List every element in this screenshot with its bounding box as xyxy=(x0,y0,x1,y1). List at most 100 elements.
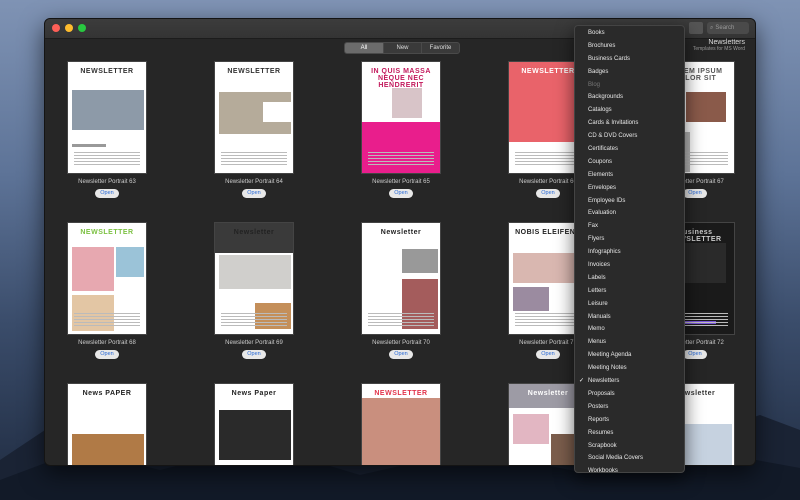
open-button[interactable]: Open xyxy=(536,189,560,198)
menu-item-label: Memo xyxy=(588,326,605,333)
category-menu-item[interactable]: Employee IDs xyxy=(575,195,684,208)
category-menu-item[interactable]: Catalogs xyxy=(575,104,684,117)
category-menu-item[interactable]: Business Cards xyxy=(575,53,684,66)
template-card[interactable]: NEWSLETTER Newsletter Portrait 68 Open xyxy=(67,222,147,359)
zoom-button[interactable] xyxy=(78,24,86,32)
category-menu-item[interactable]: Letters xyxy=(575,285,684,298)
open-button[interactable]: Open xyxy=(389,189,413,198)
category-menu-item[interactable]: Meeting Agenda xyxy=(575,349,684,362)
menu-item-label: Blog xyxy=(588,81,601,88)
category-menu-item[interactable]: Badges xyxy=(575,66,684,79)
category-menu-item[interactable]: Certificates xyxy=(575,143,684,156)
open-button[interactable]: Open xyxy=(95,350,119,359)
category-menu-item[interactable]: Leisure xyxy=(575,298,684,311)
open-button[interactable]: Open xyxy=(389,350,413,359)
template-card[interactable]: NEWSLETTER Newsletter Portrait 63 Open xyxy=(67,61,147,198)
menu-item-label: Social Media Covers xyxy=(588,455,644,462)
category-menu-item[interactable]: Memo xyxy=(575,323,684,336)
category-menu-item[interactable]: Envelopes xyxy=(575,182,684,195)
open-button[interactable]: Open xyxy=(242,350,266,359)
template-thumbnail[interactable]: IN QUIS MASSA NEQUE NEC HENDRERIT xyxy=(361,61,441,174)
template-card[interactable]: NEWSLETTER xyxy=(361,383,441,465)
thumbnail-text-lines xyxy=(74,313,140,328)
thumbnail-title: News Paper xyxy=(231,390,277,397)
category-menu-item[interactable]: Brochures xyxy=(575,40,684,53)
template-card[interactable]: Newsletter Newsletter Portrait 69 Open xyxy=(214,222,294,359)
tab-all[interactable]: All xyxy=(345,43,383,53)
category-menu-item[interactable]: Evaluation xyxy=(575,207,684,220)
category-menu-item[interactable]: Scrapbook xyxy=(575,440,684,453)
category-menu-item[interactable]: ✓ Newsletters xyxy=(575,375,684,388)
menu-item-label: Leisure xyxy=(588,300,608,307)
thumbnail-title: News PAPER xyxy=(82,390,132,397)
menu-item-label: Badges xyxy=(588,68,609,75)
template-card[interactable]: IN QUIS MASSA NEQUE NEC HENDRERIT Newslet… xyxy=(361,61,441,198)
category-menu-item[interactable]: Reports xyxy=(575,414,684,427)
category-menu-item[interactable]: Resumes xyxy=(575,427,684,440)
template-name: Newsletter Portrait 70 xyxy=(372,340,430,346)
menu-item-label: Reports xyxy=(588,416,610,423)
category-menu-item[interactable]: Manuals xyxy=(575,311,684,324)
template-card[interactable]: News PAPER xyxy=(67,383,147,465)
category-menu-item[interactable]: Invoices xyxy=(575,259,684,272)
window-controls xyxy=(52,24,86,32)
category-menu-item[interactable]: Cards & Invitations xyxy=(575,117,684,130)
template-thumbnail[interactable]: NEWSLETTER xyxy=(214,61,294,174)
menu-item-label: Employee IDs xyxy=(588,197,626,204)
category-menu-item[interactable]: Meeting Notes xyxy=(575,362,684,375)
thumbnail-image xyxy=(72,434,144,465)
category-menu-item[interactable]: Social Media Covers xyxy=(575,452,684,465)
template-thumbnail[interactable]: News Paper xyxy=(214,383,294,465)
thumbnail-title: NEWSLETTER xyxy=(80,68,134,75)
thumbnail-title: Newsletter xyxy=(380,229,422,236)
category-header[interactable]: Newsletters Templates for MS Word xyxy=(693,39,745,52)
thumbnail-image xyxy=(263,102,291,122)
menu-item-label: Resumes xyxy=(588,429,614,436)
menu-item-label: Brochures xyxy=(588,42,616,49)
category-menu-item[interactable]: Elements xyxy=(575,169,684,182)
category-menu-item[interactable]: Flyers xyxy=(575,233,684,246)
category-menu-item[interactable]: CD & DVD Covers xyxy=(575,130,684,143)
template-thumbnail[interactable]: Newsletter xyxy=(361,222,441,335)
category-menu-item[interactable]: Books xyxy=(575,27,684,40)
thumbnail-text-lines xyxy=(368,152,434,167)
thumbnail-text-lines xyxy=(368,313,434,328)
category-menu-item[interactable]: Coupons xyxy=(575,156,684,169)
thumbnail-text-lines xyxy=(221,313,287,328)
category-menu-item[interactable]: Proposals xyxy=(575,388,684,401)
thumbnail-image xyxy=(72,144,106,147)
template-thumbnail[interactable]: NEWSLETTER xyxy=(67,61,147,174)
template-thumbnail[interactable]: NEWSLETTER xyxy=(361,383,441,465)
category-menu-item[interactable]: Infographics xyxy=(575,246,684,259)
category-menu-item[interactable]: Labels xyxy=(575,272,684,285)
category-menu-item[interactable]: Menus xyxy=(575,336,684,349)
template-thumbnail[interactable]: NEWSLETTER xyxy=(67,222,147,335)
menu-item-label: Coupons xyxy=(588,158,613,165)
category-menu-item[interactable]: Fax xyxy=(575,220,684,233)
minimize-button[interactable] xyxy=(65,24,73,32)
open-button[interactable]: Open xyxy=(683,350,707,359)
open-button[interactable]: Open xyxy=(683,189,707,198)
tab-favorite[interactable]: Favorite xyxy=(421,43,459,53)
category-menu-item[interactable]: Posters xyxy=(575,401,684,414)
thumbnail-image xyxy=(402,249,438,273)
search-placeholder: Search xyxy=(715,25,735,31)
category-menu-item[interactable]: Backgrounds xyxy=(575,91,684,104)
open-button[interactable]: Open xyxy=(95,189,119,198)
thumbnail-image xyxy=(513,287,549,311)
template-card[interactable]: Newsletter Newsletter Portrait 70 Open xyxy=(361,222,441,359)
close-button[interactable] xyxy=(52,24,60,32)
search-input[interactable]: ⌕ Search xyxy=(707,22,749,34)
template-card[interactable]: NEWSLETTER Newsletter Portrait 64 Open xyxy=(214,61,294,198)
template-thumbnail[interactable]: Newsletter xyxy=(214,222,294,335)
open-button[interactable]: Open xyxy=(536,350,560,359)
category-menu-item[interactable]: Workbooks xyxy=(575,465,684,478)
template-card[interactable]: News Paper xyxy=(214,383,294,465)
view-toggle-button[interactable] xyxy=(689,22,703,34)
tab-new[interactable]: New xyxy=(383,43,421,53)
open-button[interactable]: Open xyxy=(242,189,266,198)
search-icon: ⌕ xyxy=(710,25,714,31)
template-thumbnail[interactable]: News PAPER xyxy=(67,383,147,465)
thumbnail-image xyxy=(215,223,293,253)
thumbnail-image xyxy=(219,255,291,289)
